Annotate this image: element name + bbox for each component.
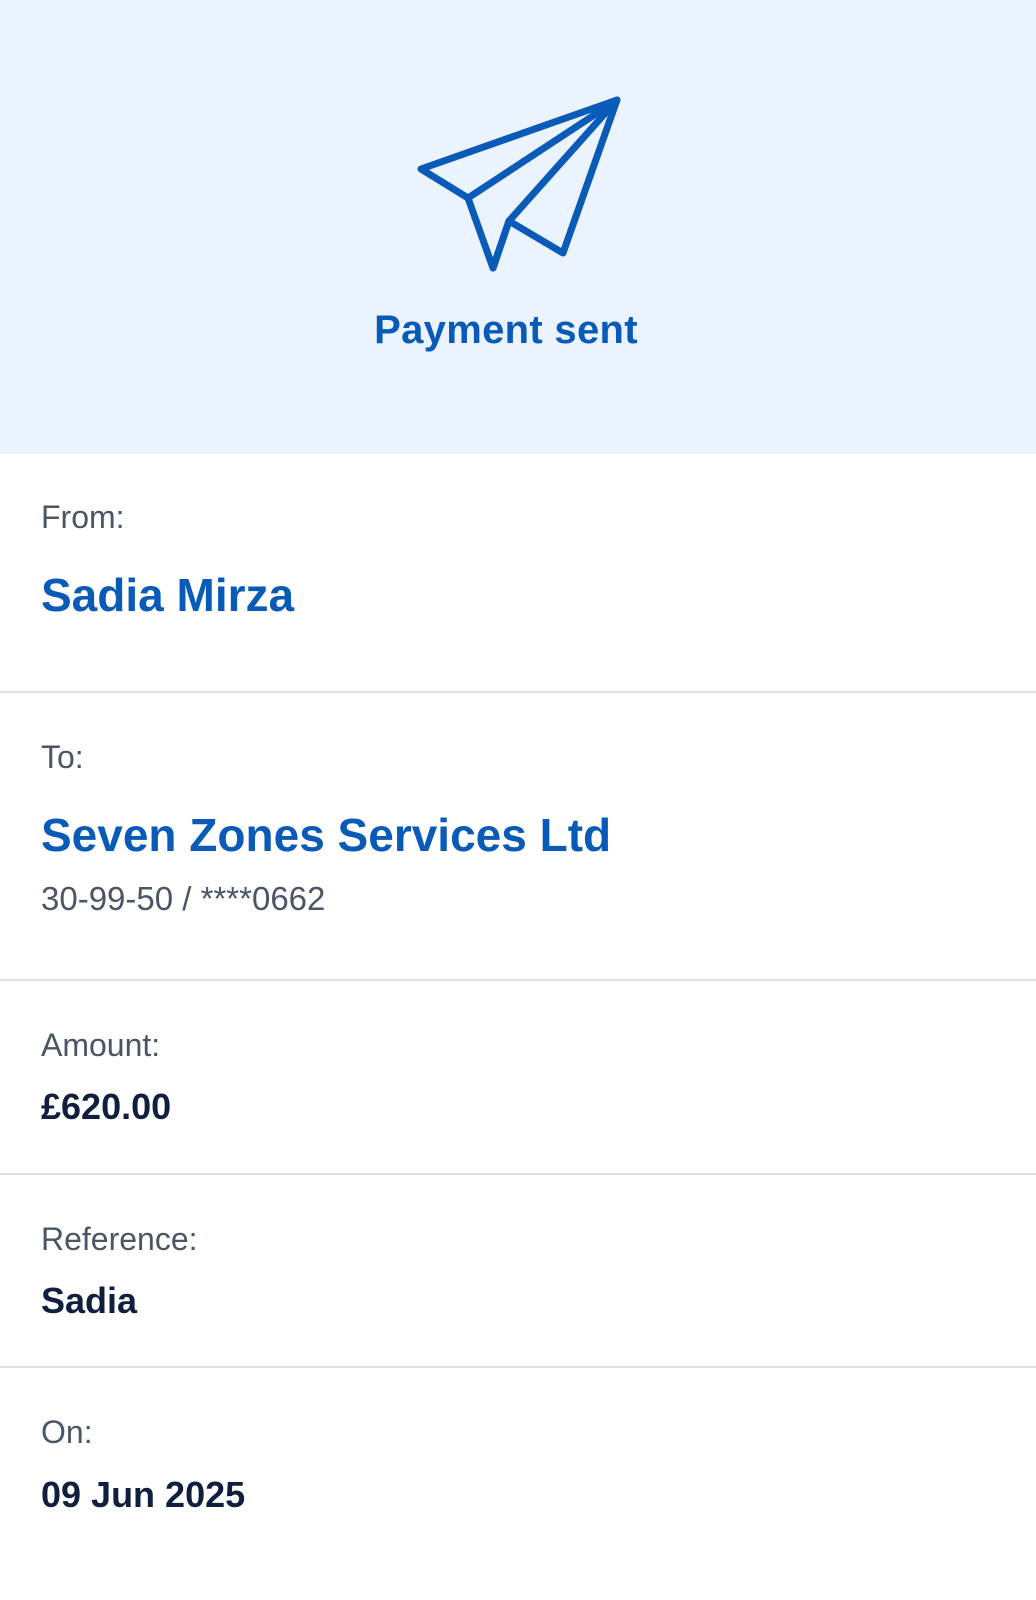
to-label: To: [41,739,84,775]
recipient-account: 30-99-50 / ****0662 [41,880,326,917]
date-value: 09 Jun 2025 [41,1474,246,1515]
page-title: Payment sent [374,308,638,352]
divider [0,979,1036,981]
from-label: From: [41,499,125,535]
reference-value: Sadia [41,1280,138,1321]
recipient-name: Seven Zones Services Ltd [41,809,612,861]
divider [0,691,1036,693]
sender-name: Sadia Mirza [41,569,295,621]
payment-sent-banner: Payment sent [0,0,1036,454]
divider [0,1366,1036,1368]
date-label: On: [41,1414,93,1450]
reference-label: Reference: [41,1221,198,1257]
payment-confirmation-screen: Payment sent From: Sadia Mirza To: Seven… [0,0,1036,1600]
amount-value: £620.00 [41,1086,172,1127]
divider [0,1173,1036,1175]
paper-plane-icon [417,96,621,272]
amount-label: Amount: [41,1027,161,1063]
